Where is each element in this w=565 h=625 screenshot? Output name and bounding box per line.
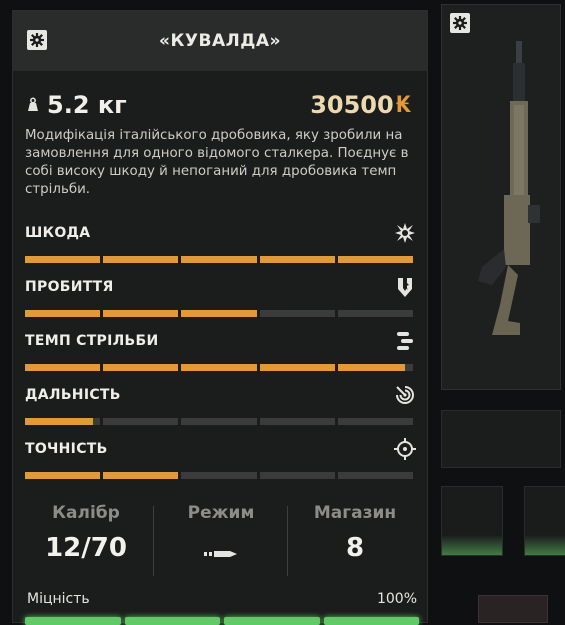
stat-range: ДАЛЬНІСТЬ [25, 386, 415, 427]
stat-bar [25, 418, 414, 425]
stat-bar-fill [103, 472, 179, 479]
durability-value: 100% [376, 591, 417, 607]
stat-label: ПРОБИТТЯ [25, 279, 114, 295]
title-bar: «КУВАЛДА» [13, 11, 427, 71]
stat-bar-fill [25, 472, 101, 479]
stat-bar-segment [25, 256, 101, 263]
weight-icon [28, 97, 38, 111]
stat-bar-segment [103, 364, 179, 371]
stat-bar [25, 364, 414, 371]
price-value: 30500 [310, 91, 394, 119]
caliber-value: 12/70 [45, 533, 127, 563]
stat-bar-segment [337, 364, 414, 371]
stat-bar-segment [337, 310, 414, 317]
stat-bar-segment [103, 310, 179, 317]
range-icon [396, 386, 414, 404]
stat-bar-segment [103, 472, 179, 479]
stat-bar-segment [259, 472, 335, 479]
durability-bar [25, 617, 419, 625]
stat-bar-fill [25, 364, 101, 371]
stat-label: ТЕМП СТРІЛЬБИ [25, 333, 159, 349]
durability-segment [224, 617, 320, 625]
stat-label: ТОЧНІСТЬ [25, 441, 108, 457]
caliber-label: Калібр [52, 503, 120, 523]
stat-bar-fill [181, 256, 257, 263]
penetration-icon [398, 278, 412, 297]
stat-bar-segment [181, 310, 257, 317]
stat-bar-segment [181, 256, 257, 263]
inventory-slot[interactable] [524, 486, 565, 556]
stat-bar-segment [337, 418, 414, 425]
stat-bar-fill [103, 364, 179, 371]
stat-bar-fill [259, 364, 335, 371]
magazine-label: Магазин [313, 503, 397, 523]
stat-label: ШКОДА [25, 225, 91, 241]
inventory-slot[interactable] [441, 486, 503, 556]
weight-value: 5.2 кг [47, 91, 127, 119]
explosion-icon [395, 223, 415, 243]
stat-bar-segment [25, 418, 101, 425]
durability-segment [124, 617, 220, 625]
item-title: «КУВАЛДА» [159, 31, 281, 51]
stat-bar-segment [25, 364, 101, 371]
stat-bar-segment [259, 256, 335, 263]
stat-bar-segment [181, 364, 257, 371]
durability-segment [25, 617, 121, 625]
stat-fire-rate: ТЕМП СТРІЛЬБИ [25, 332, 415, 373]
weight-row: 5.2 кг [25, 91, 127, 119]
fire-rate-icon [397, 332, 413, 350]
shotgun-image [478, 41, 540, 335]
stat-bar [25, 256, 414, 263]
caliber-block: Калібр 12/70 [37, 503, 135, 563]
divider [287, 506, 288, 576]
attachment-slot[interactable] [441, 410, 561, 468]
durability-segment [323, 617, 419, 625]
weapon-info-panel: «КУВАЛДА» 5.2 кг 30500 ₭ Модифікація іта… [12, 10, 428, 625]
stat-bar-fill [25, 418, 93, 425]
durability-label: Міцність [27, 591, 90, 607]
price-row: 30500 ₭ [310, 91, 411, 119]
magazine-block: Магазин 8 [305, 503, 405, 563]
stat-damage: ШКОДА [25, 223, 415, 265]
item-description: Модифікація італійського дробовика, яку … [25, 128, 409, 197]
stat-bar-segment [259, 310, 335, 317]
stat-bar-fill [337, 256, 414, 263]
stat-accuracy: ТОЧНІСТЬ [25, 438, 416, 481]
divider [153, 506, 154, 576]
single-bullet-icon [204, 551, 237, 557]
fire-mode-label: Режим [187, 503, 255, 523]
stat-bar-fill [25, 256, 101, 263]
stat-bar-segment [103, 418, 179, 425]
stat-bar [25, 472, 414, 479]
inventory-item[interactable] [478, 595, 548, 623]
stat-penetration: ПРОБИТТЯ [25, 278, 415, 319]
stat-bar-fill [25, 310, 101, 317]
stat-bar-fill [259, 256, 335, 263]
stat-bar-fill [181, 310, 257, 317]
stat-bar-segment [259, 418, 335, 425]
stat-bar-segment [337, 472, 414, 479]
stat-bar-fill [181, 364, 257, 371]
stat-bar-segment [181, 418, 257, 425]
fire-mode-block: Режим [171, 503, 271, 569]
stat-label: ДАЛЬНІСТЬ [25, 387, 121, 403]
crosshair-icon [394, 438, 416, 460]
stat-bar-fill [103, 310, 179, 317]
stat-bar-segment [103, 256, 179, 263]
stat-bar [25, 310, 414, 317]
stat-bar-segment [181, 472, 257, 479]
magazine-value: 8 [345, 533, 365, 563]
stat-bar-segment [337, 256, 414, 263]
currency-icon: ₭ [395, 92, 411, 118]
stat-bar-fill [337, 364, 406, 371]
stat-bar-fill [103, 256, 179, 263]
weapon-preview-slot[interactable] [441, 4, 561, 390]
stat-bar-segment [259, 364, 335, 371]
durability-row: Міцність 100% [27, 591, 417, 607]
stat-bar-segment [25, 472, 101, 479]
stat-bar-segment [25, 310, 101, 317]
